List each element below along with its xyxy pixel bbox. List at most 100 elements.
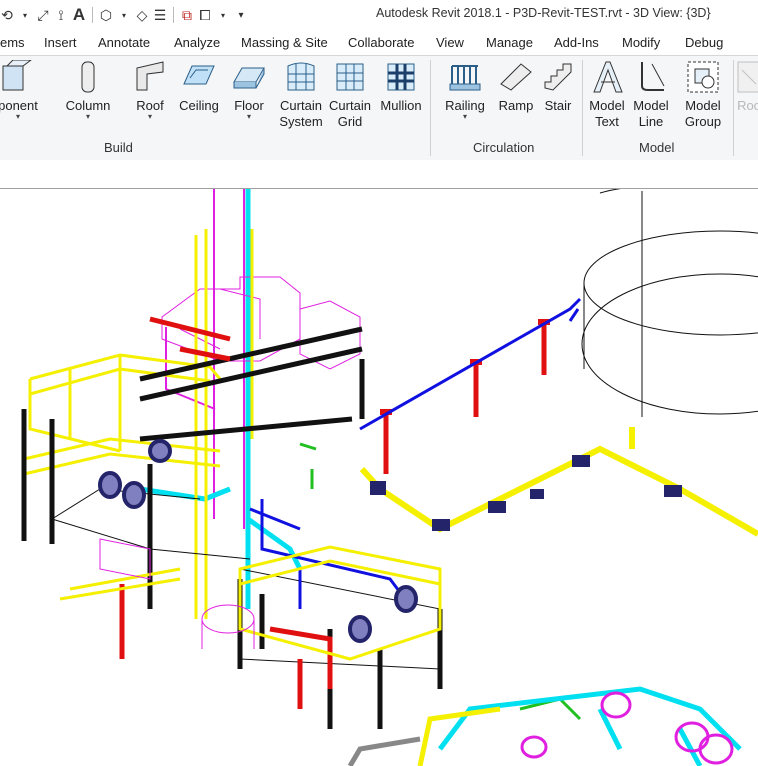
model-text-label: Model [589, 98, 625, 113]
model-line-icon [641, 62, 665, 91]
ramp-button[interactable]: Ramp [496, 60, 536, 114]
storage-tank[interactable] [581, 189, 758, 417]
panel-separator [430, 60, 431, 156]
column-button[interactable]: Column ▾ [62, 60, 114, 121]
roof-icon [136, 61, 164, 91]
text-icon[interactable]: A [72, 5, 86, 25]
thin-lines-icon[interactable]: ☰ [153, 5, 167, 25]
stair-label: Stair [544, 98, 572, 113]
tab-view[interactable]: View [436, 35, 464, 50]
dimension-icon[interactable]: ⟟ [54, 5, 68, 25]
toolbar-separator [173, 7, 174, 23]
panel-label-circulation: Circulation [473, 140, 535, 155]
roof-button[interactable]: Roof ▾ [132, 60, 168, 121]
dropdown-arrow-icon[interactable]: ▾ [132, 113, 168, 121]
ceiling-button[interactable]: Ceiling [176, 60, 222, 114]
curtain-grid-button[interactable]: Curtain Grid [327, 60, 373, 130]
quick-access-toolbar: ⟲ ▾ ⤢ ⟟ A ⬡ ▾ ◇ ☰ ⧉ ⧠ ▾ ▾ [0, 4, 248, 26]
ribbon-panel: ponent ▾ Column ▾ Roof ▾ Ceiling Floor ▾… [0, 55, 758, 161]
component-icon [2, 60, 32, 91]
3d-model-drawing[interactable] [0, 189, 758, 766]
tab-debug[interactable]: Debug [685, 35, 723, 50]
tab-add-ins[interactable]: Add-Ins [554, 35, 599, 50]
title-bar: ⟲ ▾ ⤢ ⟟ A ⬡ ▾ ◇ ☰ ⧉ ⧠ ▾ ▾ Autodesk Revit… [0, 0, 758, 30]
component-button[interactable]: ponent ▾ [0, 60, 42, 121]
panel-separator [733, 60, 734, 156]
curtain-system-label: Curtain [280, 98, 322, 113]
column-icon [81, 61, 95, 93]
model-line-label-2: Line [638, 114, 664, 129]
railing-button[interactable]: Railing ▾ [442, 60, 488, 121]
section-icon[interactable]: ◇ [135, 5, 149, 25]
equipment-vessels[interactable] [98, 439, 418, 643]
model-text-button[interactable]: Model Text [586, 60, 628, 130]
qat-dropdown-icon[interactable]: ▾ [18, 5, 32, 25]
model-line-button[interactable]: Model Line [630, 60, 672, 130]
toolbar-separator [92, 7, 93, 23]
model-group-label-2: Group [684, 114, 722, 129]
ceiling-label: Ceiling [179, 98, 219, 113]
qat-dropdown-icon[interactable]: ▾ [216, 5, 230, 25]
room-label: Roo [737, 98, 758, 113]
curtain-grid-icon [336, 63, 364, 91]
room-icon [737, 61, 758, 93]
model-group-label: Model [685, 98, 721, 113]
model-text-icon [593, 61, 623, 93]
mullion-icon [387, 63, 415, 91]
panel-separator [582, 60, 583, 156]
component-label: ponent [0, 98, 38, 113]
tab-massing-site[interactable]: Massing & Site [241, 35, 328, 50]
mullion-label: Mullion [380, 98, 422, 113]
stair-button[interactable]: Stair [538, 60, 578, 114]
tab-modify[interactable]: Modify [622, 35, 660, 50]
dropdown-arrow-icon[interactable]: ▾ [0, 113, 42, 121]
dropdown-arrow-icon[interactable]: ▾ [228, 113, 270, 121]
model-group-icon [687, 61, 719, 93]
floor-button[interactable]: Floor ▾ [228, 60, 270, 121]
model-group-button[interactable]: Model Group [680, 60, 726, 130]
yellow-handrail-structure[interactable] [23, 229, 254, 619]
close-hidden-icon[interactable]: ⧉ [180, 5, 194, 25]
model-line-label: Model [633, 98, 669, 113]
model-text-label-2: Text [595, 114, 619, 129]
3d-view-icon[interactable]: ⬡ [99, 5, 113, 25]
lower-piping-yellow[interactable] [417, 706, 501, 766]
window-title: Autodesk Revit 2018.1 - P3D-Revit-TEST.r… [376, 6, 711, 20]
yellow-pipe-rack-run[interactable] [359, 427, 758, 537]
tab-analyze[interactable]: Analyze [174, 35, 220, 50]
dropdown-arrow-icon[interactable]: ▾ [62, 113, 114, 121]
undo-icon[interactable]: ⟲ [0, 5, 14, 25]
tab-manage[interactable]: Manage [486, 35, 533, 50]
lower-pumps-magenta[interactable] [520, 691, 734, 765]
curtain-system-button[interactable]: Curtain System [278, 60, 324, 130]
3d-view-canvas[interactable] [0, 189, 758, 766]
measure-icon[interactable]: ⤢ [36, 5, 50, 25]
curtain-system-label-2: System [279, 114, 323, 129]
curtain-grid-label: Curtain [329, 98, 371, 113]
mullion-button[interactable]: Mullion [377, 60, 425, 114]
ramp-icon [500, 63, 532, 91]
cyan-pipe-vertical[interactable] [139, 189, 303, 609]
stair-icon [544, 63, 572, 91]
qat-dropdown-icon[interactable]: ▾ [117, 5, 131, 25]
ceiling-icon [183, 65, 215, 85]
lower-piping-grey[interactable] [347, 736, 421, 766]
steel-frame-structure[interactable] [21, 326, 443, 729]
tab-systems[interactable]: ems [0, 35, 25, 50]
ramp-label: Ramp [498, 98, 534, 113]
customize-icon[interactable]: ▾ [234, 5, 248, 25]
dropdown-arrow-icon[interactable]: ▾ [442, 113, 488, 121]
tab-collaborate[interactable]: Collaborate [348, 35, 415, 50]
tab-annotate[interactable]: Annotate [98, 35, 150, 50]
switch-windows-icon[interactable]: ⧠ [198, 5, 212, 25]
floor-icon [233, 67, 265, 89]
curtain-system-icon [287, 62, 315, 91]
curtain-grid-label-2: Grid [337, 114, 363, 129]
panel-label-model: Model [639, 140, 675, 155]
options-bar [0, 160, 758, 189]
railing-icon [449, 65, 481, 91]
tab-insert[interactable]: Insert [44, 35, 77, 50]
room-button[interactable]: Roo [736, 60, 758, 114]
panel-label-build: Build [104, 140, 133, 155]
lower-piping-cyan[interactable] [438, 686, 742, 766]
